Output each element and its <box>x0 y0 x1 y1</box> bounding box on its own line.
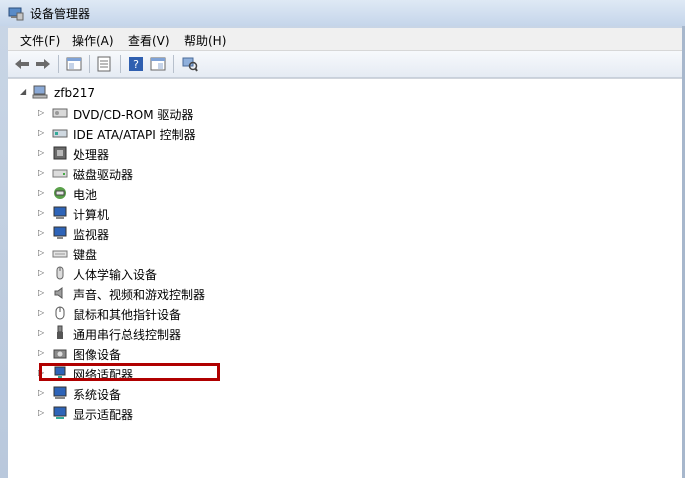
device-manager-window: 设备管理器 文件(F) 操作(A) 查看(V) 帮助(H) ? ◢ zfb217… <box>0 0 685 478</box>
expand-arrow-icon[interactable]: ▷ <box>38 228 46 238</box>
dvd-drive-icon <box>52 108 68 118</box>
device-manager-icon <box>8 7 24 21</box>
device-tree-panel: ◢ zfb217 ▷ DVD/CD-ROM 驱动器 ▷ IDE ATA/ATAPI 控… <box>8 78 685 478</box>
collapse-arrow-icon[interactable]: ◢ <box>20 87 28 97</box>
expand-arrow-icon[interactable]: ▷ <box>38 208 46 218</box>
tree-item-label: 通用串行总线控制器 <box>73 328 182 342</box>
menu-action[interactable]: 操作(A) <box>72 32 114 49</box>
expand-arrow-icon[interactable]: ▷ <box>38 268 46 278</box>
display-adapter-icon <box>53 406 67 419</box>
view-icon[interactable] <box>148 54 168 74</box>
highlight-box <box>39 363 220 381</box>
tree-root-label: zfb217 <box>54 86 96 100</box>
ide-controller-icon <box>52 129 68 138</box>
menu-bar: 文件(F) 操作(A) 查看(V) 帮助(H) <box>8 28 685 51</box>
tree-item-label: 鼠标和其他指针设备 <box>73 308 182 322</box>
computer-icon <box>53 206 67 219</box>
tree-item-label: 电池 <box>73 188 98 202</box>
menu-file[interactable]: 文件(F) <box>20 32 60 49</box>
sound-icon <box>54 287 63 299</box>
mouse-icon <box>55 306 65 320</box>
back-arrow-icon[interactable] <box>12 54 32 74</box>
tree-item-label: 系统设备 <box>73 388 122 402</box>
disk-drive-icon <box>52 169 68 178</box>
monitor-icon <box>53 226 67 239</box>
tree-item-label: DVD/CD-ROM 驱动器 <box>73 108 194 122</box>
expand-arrow-icon[interactable]: ▷ <box>38 168 46 178</box>
expand-arrow-icon[interactable]: ▷ <box>38 128 46 138</box>
tree-item-label: 处理器 <box>73 148 110 162</box>
hid-icon <box>56 266 64 280</box>
title-bar: 设备管理器 <box>0 0 685 26</box>
tree-item-label: 键盘 <box>73 248 98 262</box>
keyboard-icon <box>52 250 68 258</box>
tree-item-label: 图像设备 <box>73 348 122 362</box>
tree-item-label: 计算机 <box>73 208 110 222</box>
system-device-icon <box>53 386 67 399</box>
help-icon[interactable]: ? <box>126 54 146 74</box>
expand-arrow-icon[interactable]: ▷ <box>38 248 46 258</box>
tree-item-label: 声音、视频和游戏控制器 <box>73 288 206 302</box>
computer-root-icon <box>32 85 48 99</box>
expand-arrow-icon[interactable]: ▷ <box>38 408 46 418</box>
usb-icon <box>57 325 63 339</box>
tree-item-label: 监视器 <box>73 228 110 242</box>
tree-item-label: 人体学输入设备 <box>73 268 158 282</box>
imaging-icon <box>53 349 67 359</box>
forward-arrow-icon[interactable] <box>33 54 53 74</box>
tree-item-label: 显示适配器 <box>73 408 134 422</box>
expand-arrow-icon[interactable]: ▷ <box>38 348 46 358</box>
svg-text:?: ? <box>133 58 139 71</box>
show-hide-tree-icon[interactable] <box>64 54 84 74</box>
menu-view[interactable]: 查看(V) <box>128 32 170 49</box>
menu-help[interactable]: 帮助(H) <box>184 32 226 49</box>
expand-arrow-icon[interactable]: ▷ <box>38 388 46 398</box>
tree-item-label: IDE ATA/ATAPI 控制器 <box>73 128 196 142</box>
expand-arrow-icon[interactable]: ▷ <box>38 328 46 338</box>
tree-item-label: 磁盘驱动器 <box>73 168 134 182</box>
expand-arrow-icon[interactable]: ▷ <box>38 188 46 198</box>
expand-arrow-icon[interactable]: ▷ <box>38 148 46 158</box>
properties-icon[interactable] <box>94 54 114 74</box>
battery-icon <box>54 187 66 199</box>
expand-arrow-icon[interactable]: ▷ <box>38 308 46 318</box>
scan-hardware-icon[interactable] <box>180 54 200 74</box>
expand-arrow-icon[interactable]: ▷ <box>38 288 46 298</box>
toolbar: ? <box>8 51 685 78</box>
window-title: 设备管理器 <box>30 7 91 21</box>
processor-icon <box>53 146 67 160</box>
expand-arrow-icon[interactable]: ▷ <box>38 108 46 118</box>
